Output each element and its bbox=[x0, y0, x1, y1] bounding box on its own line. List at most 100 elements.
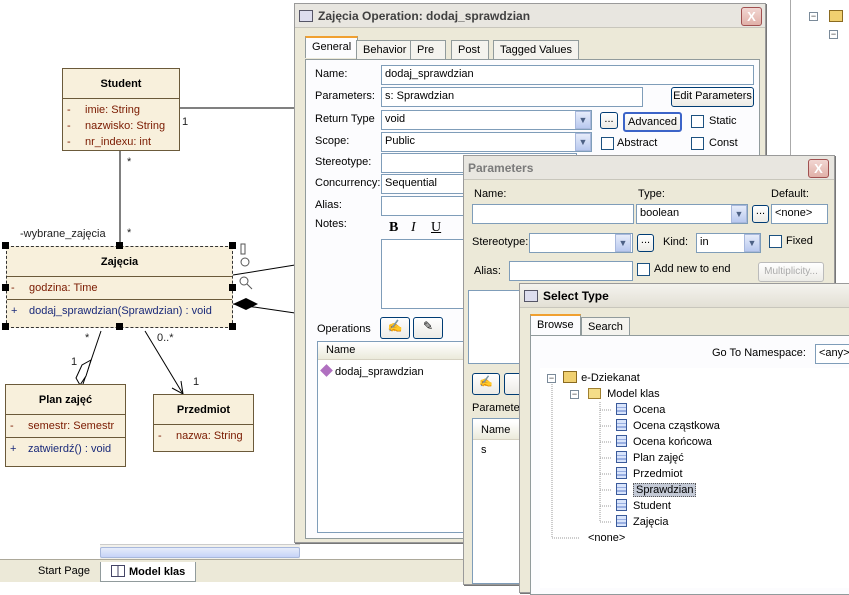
tree-item-przedmiot[interactable]: Przedmiot bbox=[616, 466, 683, 482]
tree-root[interactable]: − e-Dziekanat bbox=[547, 370, 640, 386]
return-type-combo[interactable]: void bbox=[381, 110, 592, 130]
stereotype-browse-button[interactable]: ... bbox=[637, 234, 654, 252]
class-student[interactable]: Student - imie: String - nazwisko: String … bbox=[62, 68, 180, 151]
selection-handle[interactable] bbox=[229, 323, 236, 330]
return-type-browse-button[interactable]: ... bbox=[600, 112, 618, 129]
tab-model-klas[interactable]: Model klas bbox=[100, 562, 197, 582]
selection-handle[interactable] bbox=[229, 242, 236, 249]
tab-behavior[interactable]: Behavior bbox=[356, 40, 414, 60]
advanced-button[interactable]: Advanced bbox=[623, 112, 682, 132]
class-icon bbox=[616, 515, 627, 527]
horizontal-scrollbar[interactable] bbox=[100, 544, 300, 559]
parameters-list-label: Parameter bbox=[472, 402, 524, 414]
class-icon bbox=[616, 451, 627, 463]
fixed-checkbox[interactable] bbox=[769, 235, 782, 248]
multiplicity-label: * bbox=[85, 332, 90, 344]
close-icon: X bbox=[814, 161, 823, 176]
selection-handle[interactable] bbox=[116, 242, 123, 249]
tab-browse[interactable]: Browse bbox=[530, 314, 581, 336]
const-checkbox[interactable] bbox=[691, 137, 704, 150]
class-icon bbox=[616, 435, 627, 447]
class-name: Student bbox=[63, 69, 179, 99]
tab-tagged-values[interactable]: Tagged Values bbox=[493, 40, 579, 60]
tab-general[interactable]: General bbox=[305, 36, 359, 58]
class-przedmiot[interactable]: Przedmiot - nazwa: String bbox=[153, 394, 254, 452]
bold-button[interactable]: B bbox=[389, 220, 398, 236]
tree-item-none[interactable]: <none> bbox=[588, 530, 625, 546]
selection-handle[interactable] bbox=[229, 284, 236, 291]
multiplicity-label: * bbox=[127, 156, 132, 168]
collapse-icon[interactable]: − bbox=[547, 374, 556, 383]
tab-search[interactable]: Search bbox=[581, 317, 630, 337]
operations-label: Operations bbox=[317, 323, 371, 335]
close-button[interactable]: X bbox=[741, 7, 762, 26]
package-icon bbox=[829, 10, 843, 22]
selection-handle[interactable] bbox=[2, 323, 9, 330]
class-plan-zajec[interactable]: Plan zajęć - semestr: Semestr + zatwierdź(… bbox=[5, 384, 126, 467]
stereotype-label: Stereotype: bbox=[315, 156, 372, 168]
param-name-field[interactable] bbox=[472, 204, 634, 224]
tree-package-model-klas[interactable]: − Model klas bbox=[570, 386, 660, 402]
return-type-label: Return Type bbox=[315, 113, 375, 125]
multiplicity-button[interactable]: Multiplicity... bbox=[758, 262, 824, 282]
class-zajecia[interactable]: Zajęcia - godzina: Time + dodaj_sprawdzian… bbox=[6, 246, 233, 328]
selection-handle[interactable] bbox=[116, 323, 123, 330]
tree-item-zajecia[interactable]: Zajęcia bbox=[616, 514, 668, 530]
ops-column-name[interactable]: Name bbox=[318, 342, 466, 360]
tab-post[interactable]: Post bbox=[451, 40, 489, 60]
multiplicity-label: 1 bbox=[182, 116, 189, 128]
default-field[interactable]: <none> bbox=[771, 204, 828, 224]
chevron-down-icon[interactable]: ▼ bbox=[744, 234, 760, 252]
selection-handle[interactable] bbox=[2, 242, 9, 249]
add-new-checkbox[interactable] bbox=[637, 263, 650, 276]
scope-label: Scope: bbox=[315, 135, 350, 147]
italic-button[interactable]: I bbox=[411, 220, 416, 236]
namespace-combo[interactable]: <any> bbox=[815, 344, 849, 364]
selection-handle[interactable] bbox=[2, 284, 9, 291]
const-label: Const bbox=[709, 137, 738, 149]
role-label: -wybrane_zajęcia bbox=[20, 228, 106, 240]
table-row[interactable]: s bbox=[481, 442, 487, 458]
name-field[interactable]: dodaj_sprawdzian bbox=[381, 65, 754, 85]
tree-item-plan-zajec[interactable]: Plan zajęć bbox=[616, 450, 684, 466]
new-param-button[interactable]: ✍ bbox=[472, 373, 500, 395]
operations-list[interactable]: Name dodaj_sprawdzian bbox=[317, 341, 467, 533]
collapse-icon[interactable]: − bbox=[570, 390, 579, 399]
tab-start-page[interactable]: Start Page bbox=[28, 562, 100, 582]
tree-item-ocena-czastkowa[interactable]: Ocena cząstkowa bbox=[616, 418, 720, 434]
new-operation-button[interactable]: ✍ bbox=[380, 317, 410, 339]
namespace-label: Go To Namespace: bbox=[712, 347, 806, 359]
edit-parameters-button[interactable]: Edit Parameters bbox=[671, 87, 754, 107]
scrollbar-thumb[interactable] bbox=[100, 547, 300, 558]
abstract-checkbox[interactable] bbox=[601, 137, 614, 150]
tab-pre[interactable]: Pre bbox=[410, 40, 446, 60]
close-button[interactable]: X bbox=[808, 159, 829, 178]
static-checkbox[interactable] bbox=[691, 115, 704, 128]
tree-item-student[interactable]: Student bbox=[616, 498, 671, 514]
parameters-field[interactable]: s: Sprawdzian bbox=[381, 87, 643, 107]
type-browse-button[interactable]: ... bbox=[752, 205, 769, 223]
tree-item-sprawdzian[interactable]: Sprawdzian bbox=[616, 482, 697, 498]
chevron-down-icon[interactable]: ▼ bbox=[575, 133, 591, 151]
attributes-section: - nazwa: String bbox=[154, 425, 253, 447]
chevron-down-icon[interactable]: ▼ bbox=[575, 111, 591, 129]
parameters-dialog-titlebar: Parameters bbox=[464, 156, 834, 180]
chevron-down-icon[interactable]: ▼ bbox=[615, 234, 631, 252]
tree-item-ocena[interactable]: Ocena bbox=[616, 402, 665, 418]
save-operation-button[interactable]: ✎ bbox=[413, 317, 443, 339]
param-type-label: Type: bbox=[638, 188, 665, 200]
param-alias-label: Alias: bbox=[474, 265, 501, 277]
chevron-down-icon[interactable]: ▼ bbox=[731, 205, 747, 223]
list-item[interactable]: dodaj_sprawdzian bbox=[320, 364, 424, 380]
tree-item-ocena-koncowa[interactable]: Ocena końcowa bbox=[616, 434, 712, 450]
operation-icon bbox=[320, 364, 333, 377]
param-alias-field[interactable] bbox=[509, 261, 633, 281]
class-name: Przedmiot bbox=[154, 395, 253, 425]
project-browser-strip: − − bbox=[790, 0, 849, 160]
type-tree[interactable]: − e-Dziekanat − Model klas Ocena Ocena c… bbox=[540, 368, 849, 588]
underline-button[interactable]: U bbox=[431, 220, 441, 236]
default-label: Default: bbox=[771, 188, 809, 200]
scope-combo[interactable]: Public bbox=[381, 132, 592, 152]
multiplicity-label: * bbox=[127, 227, 132, 239]
new-icon: ✍ bbox=[387, 319, 403, 333]
